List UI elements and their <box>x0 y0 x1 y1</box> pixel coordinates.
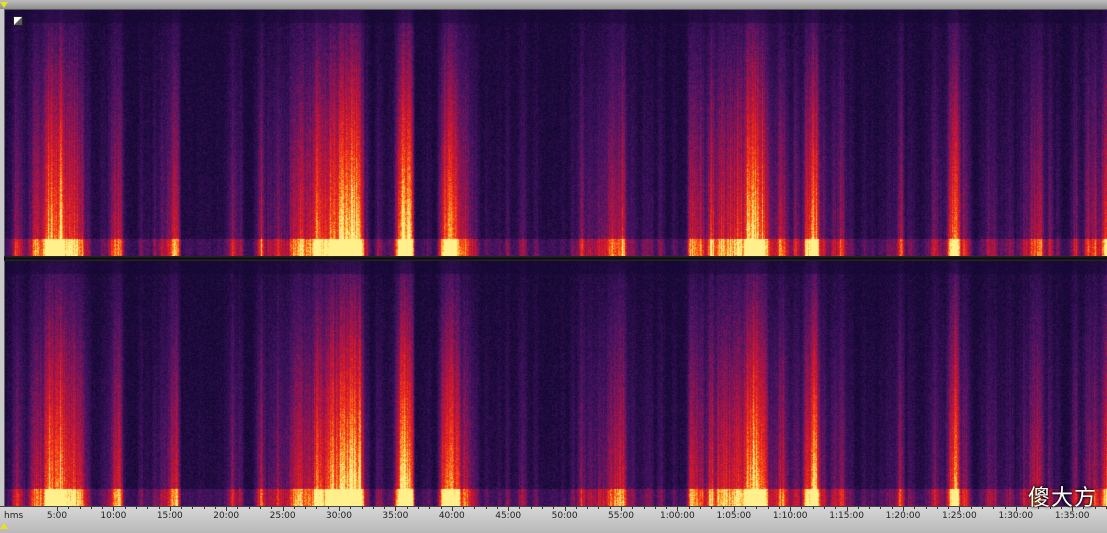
ruler-tick-label: 20:00 <box>213 511 240 521</box>
ruler-minor-tick <box>90 507 92 509</box>
ruler-minor-tick <box>214 507 216 509</box>
ruler-minor-tick <box>835 507 837 509</box>
spectrogram-canvas-left <box>5 10 1107 256</box>
ruler-ticks: 5:00 10:00 15:00 20:00 25:00 30:00 35:00 40:00 4… <box>0 507 1107 533</box>
ruler-tick-label: 1:30:00 <box>998 511 1034 521</box>
ruler-minor-tick <box>824 507 826 509</box>
ruler-minor-tick <box>948 507 950 509</box>
ruler-minor-tick <box>778 507 780 509</box>
ruler-minor-tick <box>993 507 995 509</box>
ruler-minor-tick <box>305 507 307 509</box>
ruler-tick-label: 15:00 <box>156 511 183 521</box>
ruler-tick-label: 10:00 <box>100 511 127 521</box>
ruler-minor-tick <box>542 507 544 509</box>
spectrogram-channel-left[interactable] <box>5 10 1107 256</box>
ruler-minor-tick <box>147 507 149 509</box>
ruler-minor-tick <box>350 507 352 509</box>
ruler-minor-tick <box>181 507 183 509</box>
ruler-minor-tick <box>609 507 611 509</box>
ruler-minor-tick <box>406 507 408 509</box>
ruler-tick-label: 1:20:00 <box>885 511 921 521</box>
ruler-tick-label: 1:00:00 <box>660 511 695 521</box>
audio-editor-spectral-view: hms 5:00 10:00 15:00 20:00 25:00 30:00 35:00 40… <box>0 0 1107 533</box>
ruler-minor-tick <box>632 507 634 509</box>
ruler-tick-label: 1:10:00 <box>772 511 808 521</box>
ruler-minor-tick <box>936 507 938 509</box>
ruler-minor-tick <box>925 507 927 509</box>
ruler-minor-tick <box>688 507 690 509</box>
ruler-minor-tick <box>158 507 160 509</box>
ruler-minor-tick <box>981 507 983 509</box>
ruler-minor-tick <box>880 507 882 509</box>
ruler-minor-tick <box>417 507 419 509</box>
ruler-minor-tick <box>361 507 363 509</box>
ruler-tick-label: 40:00 <box>438 511 465 521</box>
ruler-minor-tick <box>485 507 487 509</box>
ruler-minor-tick <box>654 507 656 509</box>
ruler-tick-label: 45:00 <box>495 511 522 521</box>
time-ruler[interactable]: hms 5:00 10:00 15:00 20:00 25:00 30:00 35:00 40… <box>0 506 1107 533</box>
ruler-minor-tick <box>260 507 262 509</box>
ruler-minor-tick <box>79 507 81 509</box>
ruler-minor-tick <box>722 507 724 509</box>
ruler-minor-tick <box>429 507 431 509</box>
ruler-minor-tick <box>598 507 600 509</box>
ruler-minor-tick <box>767 507 769 509</box>
ruler-minor-tick <box>711 507 713 509</box>
zoom-toggle-icon[interactable] <box>13 16 23 26</box>
ruler-minor-tick <box>745 507 747 509</box>
ruler-tick-label: 1:35:00 <box>1054 511 1090 521</box>
ruler-minor-tick <box>970 507 972 509</box>
ruler-minor-tick <box>891 507 893 509</box>
ruler-tick-label: 35:00 <box>382 511 409 521</box>
ruler-minor-tick <box>643 507 645 509</box>
ruler-minor-tick <box>372 507 374 509</box>
ruler-minor-tick <box>530 507 532 509</box>
ruler-minor-tick <box>124 507 126 509</box>
ruler-minor-tick <box>914 507 916 509</box>
ruler-minor-tick <box>192 507 194 509</box>
ruler-minor-tick <box>271 507 273 509</box>
ruler-minor-tick <box>801 507 803 509</box>
ruler-minor-tick <box>440 507 442 509</box>
ruler-minor-tick <box>519 507 521 509</box>
ruler-tick-label: 5:00 <box>46 511 68 521</box>
spectrogram-channel-right[interactable] <box>5 261 1107 506</box>
ruler-minor-tick <box>756 507 758 509</box>
ruler-minor-tick <box>869 507 871 509</box>
ruler-minor-tick <box>699 507 701 509</box>
ruler-minor-tick <box>463 507 465 509</box>
ruler-minor-tick <box>248 507 250 509</box>
ruler-minor-tick <box>135 507 137 509</box>
ruler-tick-label: 25:00 <box>269 511 296 521</box>
watermark-text: 傻大方 <box>1027 486 1097 511</box>
top-scroll-bar[interactable] <box>0 0 1107 10</box>
ruler-minor-tick <box>102 507 104 509</box>
ruler-minor-tick <box>68 507 70 509</box>
ruler-minor-tick <box>666 507 668 509</box>
ruler-tick-label: 55:00 <box>608 511 634 521</box>
ruler-tick-label: 1:05:00 <box>716 511 752 521</box>
ruler-minor-tick <box>553 507 555 509</box>
ruler-minor-tick <box>203 507 205 509</box>
ruler-minor-tick <box>1004 507 1006 509</box>
ruler-minor-tick <box>474 507 476 509</box>
ruler-minor-tick <box>327 507 329 509</box>
ruler-tick-label: 50:00 <box>551 511 578 521</box>
ruler-tick-label: 30:00 <box>326 511 352 521</box>
spectrogram-canvas-right <box>5 261 1107 506</box>
ruler-tick-label: 1:25:00 <box>942 511 977 521</box>
ruler-minor-tick <box>293 507 295 509</box>
ruler-minor-tick <box>496 507 498 509</box>
ruler-minor-tick <box>237 507 239 509</box>
playhead-end-icon[interactable] <box>0 523 8 529</box>
ruler-minor-tick <box>316 507 318 509</box>
ruler-minor-tick <box>575 507 577 509</box>
ruler-minor-tick <box>812 507 814 509</box>
ruler-tick-label: 1:15:00 <box>829 511 864 521</box>
playhead-start-icon[interactable] <box>0 2 8 8</box>
ruler-minor-tick <box>384 507 386 509</box>
ruler-minor-tick <box>587 507 589 509</box>
ruler-minor-tick <box>857 507 859 509</box>
